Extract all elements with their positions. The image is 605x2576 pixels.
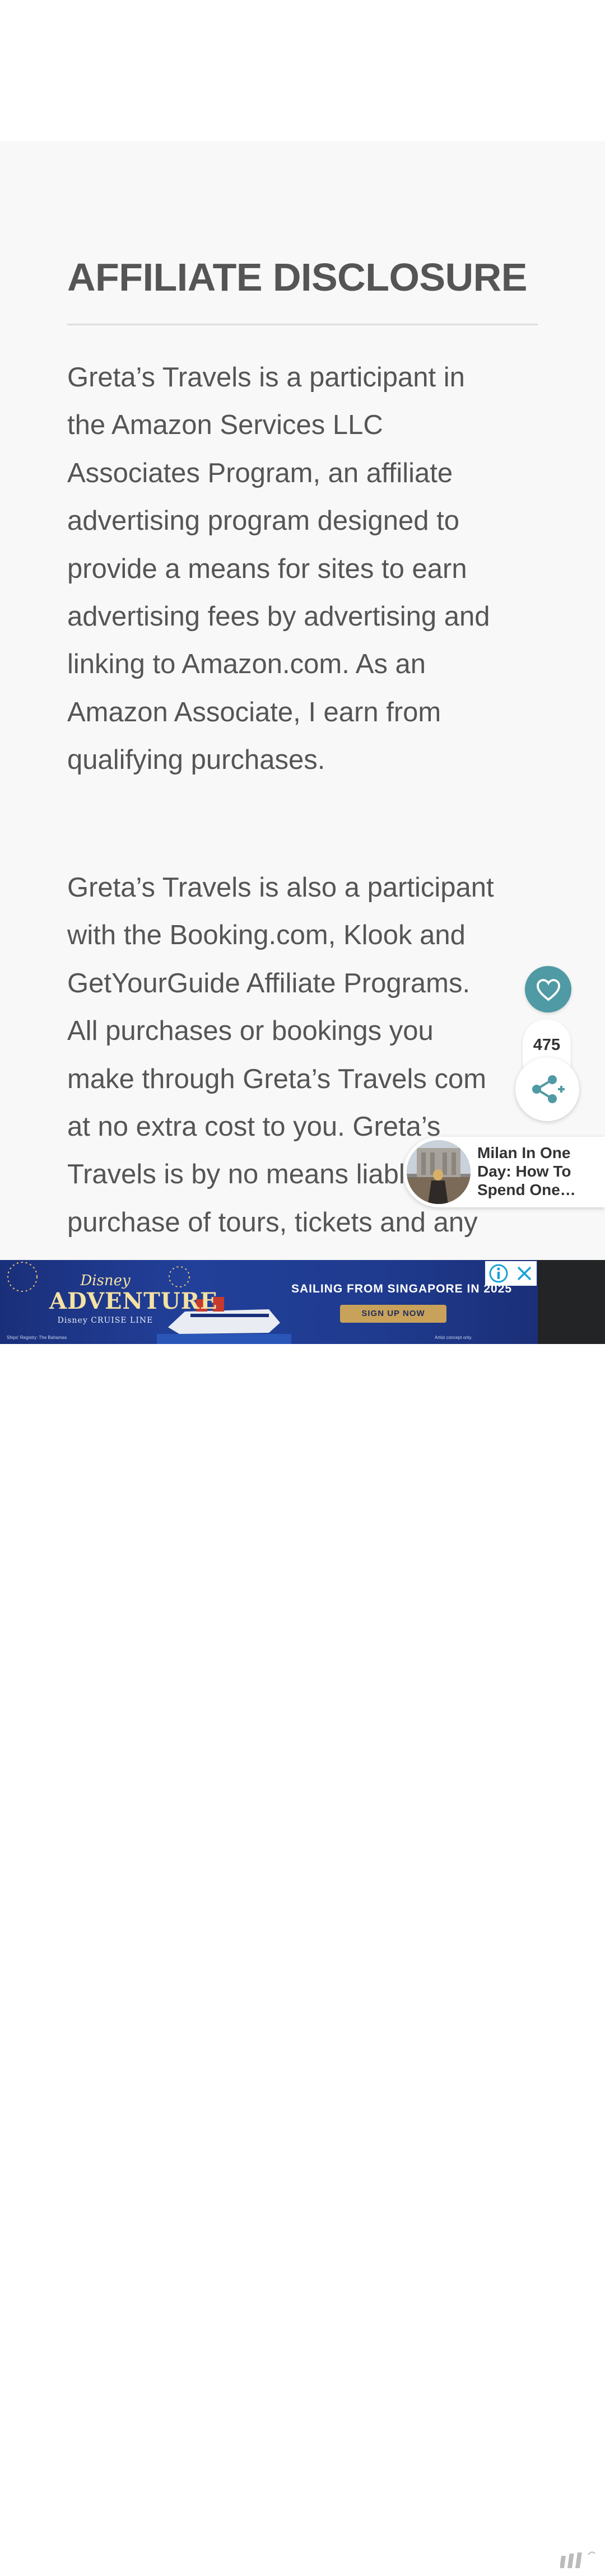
- ad-headline: SAILING FROM SINGAPORE IN 2025: [291, 1282, 513, 1295]
- text-line: linking to Amazon.com. As an: [67, 649, 426, 680]
- text-line: Associates Program, an affiliate: [67, 458, 453, 488]
- title-line: Milan In One: [477, 1144, 571, 1161]
- ad-controls: [485, 1261, 537, 1286]
- ad-brand-top: Disney: [80, 1272, 131, 1289]
- info-icon[interactable]: [488, 1263, 509, 1284]
- text-line: Amazon Associate, I earn from: [67, 697, 441, 727]
- text-line: All purchases or bookings you: [67, 1016, 434, 1047]
- disclosure-paragraph-amazon: Greta’s Travels is a participant in the …: [67, 354, 538, 785]
- section-heading: AFFILIATE DISCLOSURE: [67, 255, 527, 299]
- text-line: Greta’s Travels is a participant in: [67, 362, 465, 393]
- share-widget: 475: [515, 1019, 580, 1121]
- ad-fine-print-left: Ships' Registry: The Bahamas: [7, 1335, 67, 1340]
- ad-network-logo: [560, 2551, 595, 2568]
- heading-divider: [67, 324, 538, 325]
- title-line: Day: How To: [477, 1163, 571, 1180]
- text-line: with the Booking.com, Klook and: [67, 920, 466, 951]
- ad-brand-logo: Disney ADVENTURE Disney CRUISE LINE: [49, 1272, 218, 1325]
- ad-brand-bottom: Disney CRUISE LINE: [57, 1316, 153, 1325]
- text-line: provide a means for sites to earn: [67, 553, 467, 584]
- text-line: the Amazon Services LLC: [67, 410, 383, 441]
- text-line: Greta’s Travels is also a participant: [67, 872, 494, 903]
- ad-fine-print-right: Artist concept only.: [435, 1335, 472, 1340]
- related-post-title: Milan In One Day: How To Spend One…: [477, 1144, 601, 1199]
- milan-photo-image: [407, 1140, 471, 1204]
- text-line: make through Greta’s Travels com: [67, 1063, 487, 1094]
- share-count: 475: [533, 1036, 561, 1054]
- text-line: advertising fees by advertising and: [67, 601, 490, 632]
- related-post-card[interactable]: Milan In One Day: How To Spend One…: [403, 1137, 605, 1207]
- ad-creative[interactable]: Disney ADVENTURE Disney CRUISE LINE SAIL…: [0, 1260, 538, 1344]
- header-spacer: [0, 0, 605, 141]
- article-content: AFFILIATE DISCLOSURE Greta’s Travels is …: [0, 141, 605, 1261]
- text-line: advertising program designed to: [67, 506, 460, 536]
- share-button[interactable]: [515, 1057, 579, 1121]
- text-line: GetYourGuide Affiliate Programs.: [67, 968, 471, 998]
- text-line: qualifying purchases.: [67, 745, 325, 776]
- heart-icon: [536, 978, 560, 1001]
- ad-brand-main: ADVENTURE: [49, 1288, 218, 1314]
- favorite-button[interactable]: [525, 966, 571, 1012]
- close-icon[interactable]: [515, 1264, 534, 1283]
- ad-signup-button[interactable]: SIGN UP NOW: [340, 1305, 446, 1323]
- title-line: Spend One…: [477, 1181, 576, 1198]
- related-post-thumbnail: [407, 1140, 471, 1204]
- share-plus-icon: [532, 1075, 565, 1103]
